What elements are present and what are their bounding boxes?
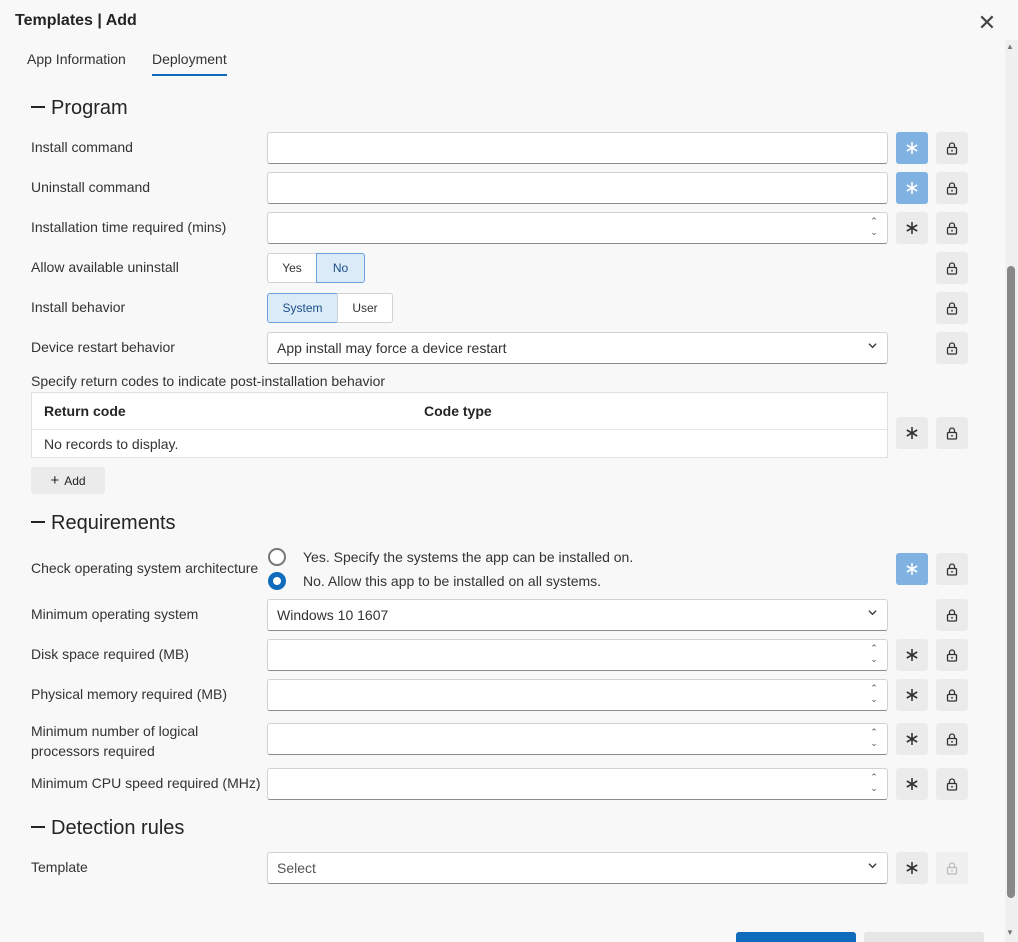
install-behavior-system[interactable]: System: [267, 293, 338, 323]
empty-table-message: No records to display.: [44, 436, 179, 452]
section-program[interactable]: Program: [31, 97, 128, 120]
scroll-up-icon[interactable]: ▲: [1006, 42, 1014, 51]
secondary-button[interactable]: [864, 932, 984, 942]
asterisk-icon[interactable]: [896, 553, 928, 585]
disk-space-label: Disk space required (MB): [31, 646, 189, 662]
lock-icon[interactable]: [936, 292, 968, 324]
add-return-code-button[interactable]: + Add: [31, 467, 105, 494]
chevron-down-icon: [868, 610, 877, 616]
install-command-input[interactable]: [267, 132, 888, 164]
allow-uninstall-yes[interactable]: Yes: [267, 253, 317, 283]
lock-icon[interactable]: [936, 679, 968, 711]
lock-icon[interactable]: [936, 723, 968, 755]
lock-icon[interactable]: [936, 212, 968, 244]
os-arch-no-label[interactable]: No. Allow this app to be installed on al…: [303, 573, 601, 589]
collapse-icon: [31, 825, 45, 828]
chevron-down-icon: [868, 863, 877, 869]
min-os-select[interactable]: Windows 10 1607: [267, 599, 888, 631]
primary-button[interactable]: [736, 932, 856, 942]
asterisk-icon[interactable]: [896, 768, 928, 800]
spinner-icon[interactable]: ⌃ ⌄: [869, 216, 879, 238]
close-icon[interactable]: ✕: [976, 12, 998, 34]
install-command-label: Install command: [31, 139, 133, 155]
lock-icon[interactable]: [936, 639, 968, 671]
lock-icon[interactable]: [936, 332, 968, 364]
plus-icon: +: [50, 472, 60, 489]
restart-behavior-select[interactable]: App install may force a device restart: [267, 332, 888, 364]
lock-icon[interactable]: [936, 599, 968, 631]
lock-icon: [936, 852, 968, 884]
processors-label-line2: processors required: [31, 743, 155, 759]
spinner-icon[interactable]: ⌃ ⌄: [869, 727, 879, 749]
uninstall-command-label: Uninstall command: [31, 179, 151, 195]
lock-icon[interactable]: [936, 553, 968, 585]
os-arch-yes-radio[interactable]: [268, 548, 286, 566]
scroll-down-icon[interactable]: ▼: [1006, 928, 1014, 937]
restart-behavior-label: Device restart behavior: [31, 339, 175, 355]
processors-input[interactable]: ⌃ ⌄: [267, 723, 888, 755]
lock-icon[interactable]: [936, 172, 968, 204]
cpu-speed-input[interactable]: ⌃ ⌄: [267, 768, 888, 800]
return-codes-label: Specify return codes to indicate post-in…: [31, 373, 386, 389]
lock-icon[interactable]: [936, 252, 968, 284]
tab-app-information[interactable]: App Information: [27, 51, 126, 74]
section-program-label: Program: [51, 97, 128, 119]
tab-deployment[interactable]: Deployment: [152, 51, 227, 76]
os-arch-yes-label[interactable]: Yes. Specify the systems the app can be …: [303, 549, 633, 565]
asterisk-icon[interactable]: [896, 723, 928, 755]
template-placeholder: Select: [277, 860, 316, 876]
collapse-icon: [31, 520, 45, 523]
memory-input[interactable]: ⌃ ⌄: [267, 679, 888, 711]
disk-space-input[interactable]: ⌃ ⌄: [267, 639, 888, 671]
page-title: Templates | Add: [15, 12, 137, 29]
min-os-label: Minimum operating system: [31, 606, 199, 622]
lock-icon[interactable]: [936, 768, 968, 800]
asterisk-icon[interactable]: [896, 132, 928, 164]
cpu-speed-label: Minimum CPU speed required (MHz): [31, 775, 261, 791]
uninstall-command-input[interactable]: [267, 172, 888, 204]
install-time-label: Installation time required (mins): [31, 219, 227, 235]
table-divider: [32, 429, 887, 430]
asterisk-icon[interactable]: [896, 639, 928, 671]
template-label: Template: [31, 859, 88, 875]
allow-uninstall-label: Allow available uninstall: [31, 259, 179, 275]
memory-label: Physical memory required (MB): [31, 686, 228, 702]
chevron-down-icon: [868, 343, 877, 349]
asterisk-icon[interactable]: [896, 852, 928, 884]
asterisk-icon[interactable]: [896, 417, 928, 449]
min-os-value: Windows 10 1607: [277, 607, 389, 623]
return-codes-table: Return code Code type No records to disp…: [31, 392, 888, 458]
section-requirements-label: Requirements: [51, 512, 176, 534]
asterisk-icon[interactable]: [896, 679, 928, 711]
collapse-icon: [31, 105, 45, 108]
spinner-icon[interactable]: ⌃ ⌄: [869, 643, 879, 665]
scrollbar-thumb[interactable]: [1007, 266, 1015, 898]
install-behavior-user[interactable]: User: [337, 293, 393, 323]
spinner-icon[interactable]: ⌃ ⌄: [869, 772, 879, 794]
lock-icon[interactable]: [936, 132, 968, 164]
add-button-label: Add: [64, 473, 86, 488]
install-behavior-label: Install behavior: [31, 299, 126, 315]
section-detection-rules[interactable]: Detection rules: [31, 817, 184, 840]
template-select[interactable]: Select: [267, 852, 888, 884]
restart-behavior-value: App install may force a device restart: [277, 340, 507, 356]
column-header-return-code[interactable]: Return code: [44, 403, 126, 419]
processors-label: Minimum number of logical processors requ…: [31, 721, 198, 761]
asterisk-icon[interactable]: [896, 172, 928, 204]
column-header-code-type[interactable]: Code type: [424, 403, 492, 419]
install-time-input[interactable]: ⌃ ⌄: [267, 212, 888, 244]
processors-label-line1: Minimum number of logical: [31, 723, 199, 739]
allow-uninstall-no[interactable]: No: [316, 253, 365, 283]
section-requirements[interactable]: Requirements: [31, 512, 176, 535]
section-detection-label: Detection rules: [51, 817, 185, 839]
spinner-icon[interactable]: ⌃ ⌄: [869, 683, 879, 705]
os-architecture-label: Check operating system architecture: [31, 560, 259, 576]
os-arch-no-radio[interactable]: [268, 572, 286, 590]
lock-icon[interactable]: [936, 417, 968, 449]
asterisk-icon[interactable]: [896, 212, 928, 244]
